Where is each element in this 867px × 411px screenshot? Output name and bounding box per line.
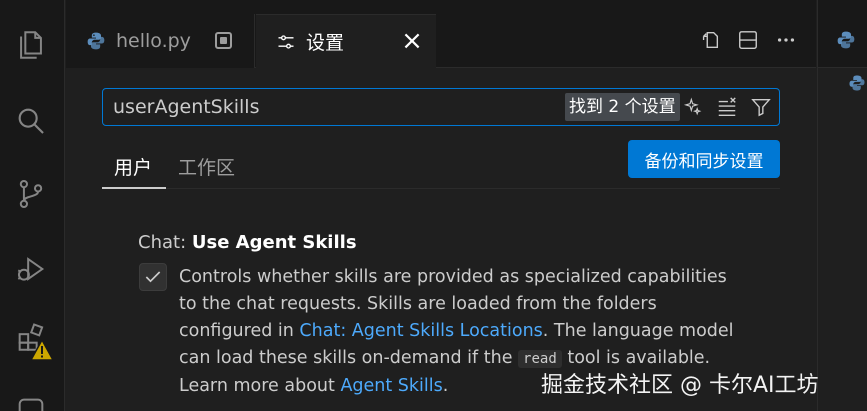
python-file-icon xyxy=(849,75,865,91)
python-file-icon xyxy=(87,32,105,50)
secondary-tab-bar xyxy=(818,0,867,68)
account-icon[interactable] xyxy=(12,392,50,411)
search-result-count: 找到 2 个设置 xyxy=(565,93,680,121)
split-editor-icon[interactable] xyxy=(736,28,760,52)
close-icon[interactable]: × xyxy=(400,28,424,54)
checkmark-icon xyxy=(145,271,161,283)
setting-title: Chat: Use Agent Skills xyxy=(138,232,357,253)
setting-checkbox[interactable] xyxy=(139,263,167,291)
backup-sync-button[interactable]: 备份和同步设置 xyxy=(628,140,780,178)
clear-filter-icon[interactable] xyxy=(715,95,739,119)
inline-code: read xyxy=(518,350,562,368)
setting-label: Use Agent Skills xyxy=(191,232,357,253)
more-actions-icon[interactable] xyxy=(774,28,798,52)
tab-label: 设置 xyxy=(306,32,345,54)
editor-actions xyxy=(698,28,798,52)
unsaved-indicator-icon[interactable] xyxy=(215,32,232,49)
source-control-icon[interactable] xyxy=(12,175,50,213)
secondary-editor-group xyxy=(817,0,867,411)
tab-settings[interactable]: 设置 × xyxy=(256,14,436,68)
tab-workspace[interactable]: 工作区 xyxy=(178,153,235,180)
tab-user[interactable]: 用户 xyxy=(114,153,152,180)
search-icon[interactable] xyxy=(12,102,50,140)
activity-bar xyxy=(0,0,65,411)
link-agent-skills[interactable]: Agent Skills xyxy=(340,376,442,396)
editor-tab-bar: hello.py 设置 × xyxy=(66,0,816,68)
explorer-icon[interactable] xyxy=(12,26,50,64)
settings-sliders-icon xyxy=(278,34,294,49)
tab-hello-py[interactable]: hello.py xyxy=(66,14,255,68)
run-debug-icon[interactable] xyxy=(12,250,50,288)
sparkle-icon[interactable] xyxy=(681,95,705,119)
desc-text: . xyxy=(442,376,449,396)
settings-editor: userAgentSkills 找到 2 个设置 用户 工作区 备份和同步设置 … xyxy=(66,69,816,411)
setting-category: Chat: xyxy=(138,232,192,253)
settings-search-box[interactable]: userAgentSkills 找到 2 个设置 xyxy=(102,88,780,126)
warning-icon xyxy=(30,339,54,361)
search-input[interactable]: userAgentSkills xyxy=(113,96,259,118)
link-agent-skills-locations[interactable]: Chat: Agent Skills Locations xyxy=(299,321,542,341)
open-settings-json-icon[interactable] xyxy=(698,28,722,52)
python-file-icon[interactable] xyxy=(836,30,856,50)
search-tools xyxy=(681,95,773,119)
watermark: 掘金技术社区 @ 卡尔AI工坊 xyxy=(541,373,819,398)
tab-label: hello.py xyxy=(116,30,191,52)
active-tab-indicator xyxy=(102,187,166,189)
filter-icon[interactable] xyxy=(749,95,773,119)
